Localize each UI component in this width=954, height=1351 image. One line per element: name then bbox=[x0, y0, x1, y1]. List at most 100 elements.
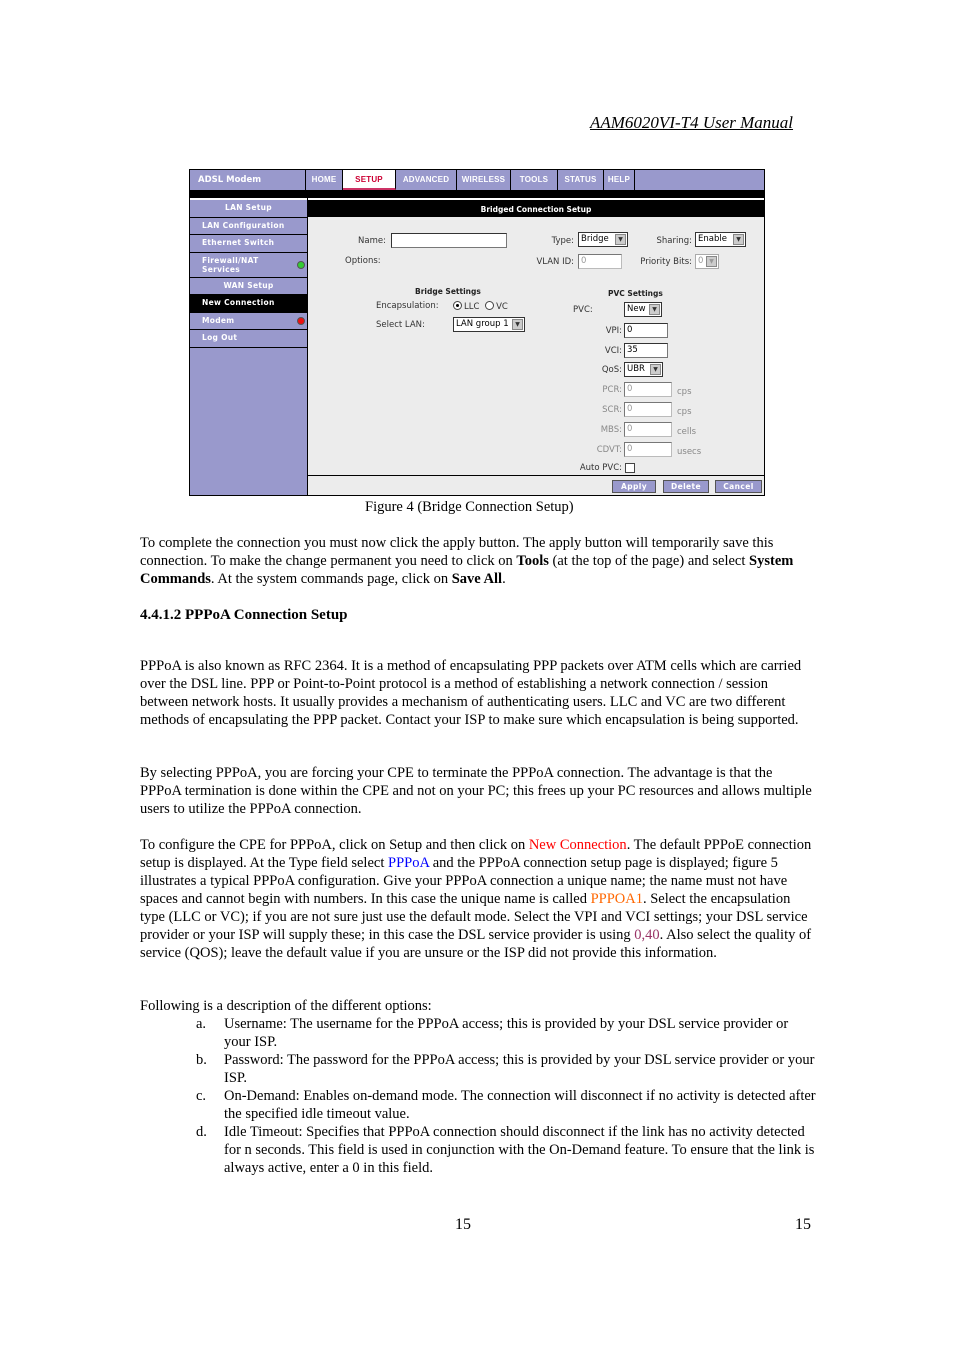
cancel-button[interactable]: Cancel bbox=[715, 480, 762, 493]
list-item: c. On-Demand: Enables on-demand mode. The… bbox=[196, 1087, 816, 1123]
select-lan-label: Select LAN: bbox=[376, 320, 425, 330]
pvc-value: New bbox=[627, 304, 646, 314]
bridge-settings-heading: Bridge Settings bbox=[415, 287, 481, 296]
vpi-vci-highlight: 0,40 bbox=[634, 927, 660, 943]
text: . bbox=[502, 571, 506, 587]
pppoa-highlight: PPPoA bbox=[388, 855, 430, 871]
chevron-down-icon: ▼ bbox=[733, 234, 744, 245]
select-lan-value: LAN group 1 bbox=[456, 319, 509, 329]
list-item: b. Password: The password for the PPPoA a… bbox=[196, 1051, 816, 1087]
type-select[interactable]: Bridge ▼ bbox=[578, 232, 628, 247]
figure-caption: Figure 4 (Bridge Connection Setup) bbox=[365, 499, 574, 515]
save-all-emphasis: Save All bbox=[451, 571, 503, 587]
sidebar-section-lan-setup: LAN Setup bbox=[190, 200, 307, 218]
chevron-down-icon: ▼ bbox=[649, 304, 660, 315]
pcr-input[interactable]: 0 bbox=[624, 382, 672, 397]
options-list: a. Username: The username for the PPPoA a… bbox=[196, 1015, 816, 1177]
qos-value: UBR bbox=[627, 364, 645, 374]
options-intro: Following is a description of the differ… bbox=[140, 998, 432, 1014]
type-label: Type: bbox=[551, 236, 574, 246]
priority-bits-select[interactable]: 0 ▼ bbox=[695, 254, 719, 269]
top-nav: ADSL Modem HOME SETUP ADVANCED WIRELESS … bbox=[190, 170, 764, 190]
tools-emphasis: Tools bbox=[516, 553, 549, 569]
radio-llc[interactable] bbox=[453, 301, 462, 310]
vci-label: VCI: bbox=[604, 346, 622, 356]
radio-llc-label: LLC bbox=[464, 302, 480, 312]
section-heading: 4.4.1.2 PPPoA Connection Setup bbox=[140, 607, 348, 623]
priority-bits-value: 0 bbox=[698, 256, 704, 266]
tab-home[interactable]: HOME bbox=[306, 170, 343, 190]
sharing-value: Enable bbox=[698, 234, 727, 244]
text: To configure the CPE for PPPoA, click on… bbox=[140, 837, 529, 853]
name-input[interactable] bbox=[391, 233, 507, 248]
sidebar: LAN Setup LAN Configuration Ethernet Swi… bbox=[190, 198, 307, 495]
tab-advanced[interactable]: ADVANCED bbox=[396, 170, 457, 190]
scr-label: SCR: bbox=[602, 405, 622, 415]
cdvt-label: CDVT: bbox=[596, 445, 622, 455]
sidebar-item-log-out[interactable]: Log Out bbox=[190, 330, 307, 348]
sidebar-item-label: Modem bbox=[202, 315, 235, 325]
delete-button[interactable]: Delete bbox=[663, 480, 709, 493]
chevron-down-icon: ▼ bbox=[512, 319, 523, 330]
qos-label: QoS: bbox=[601, 365, 622, 375]
list-item: d. Idle Timeout: Specifies that PPPoA con… bbox=[196, 1123, 816, 1177]
vpi-label: VPI: bbox=[605, 326, 622, 336]
vlan-id-label: VLAN ID: bbox=[536, 257, 574, 267]
vpi-input[interactable]: 0 bbox=[624, 323, 668, 338]
vci-input[interactable]: 35 bbox=[624, 343, 668, 358]
sidebar-item-new-connection[interactable]: New Connection bbox=[190, 295, 307, 313]
pppoa1-highlight: PPPOA1 bbox=[590, 891, 643, 907]
sidebar-item-ethernet-switch[interactable]: Ethernet Switch bbox=[190, 235, 307, 253]
apply-button[interactable]: Apply bbox=[612, 480, 656, 493]
vlan-id-input[interactable]: 0 bbox=[578, 254, 622, 269]
pppoa-intro-paragraph: PPPoA is also known as RFC 2364. It is a… bbox=[140, 658, 802, 728]
mbs-input[interactable]: 0 bbox=[624, 422, 672, 437]
tab-help[interactable]: HELP bbox=[604, 170, 635, 190]
pppoa-configure-paragraph: To configure the CPE for PPPoA, click on… bbox=[140, 836, 816, 962]
name-label: Name: bbox=[358, 236, 386, 246]
list-text: Password: The password for the PPPoA acc… bbox=[224, 1052, 815, 1086]
apply-instructions-paragraph: To complete the connection you must now … bbox=[140, 534, 816, 588]
chevron-down-icon: ▼ bbox=[650, 364, 661, 375]
list-item: a. Username: The username for the PPPoA a… bbox=[196, 1015, 816, 1051]
status-green-icon bbox=[297, 260, 305, 269]
list-marker: d. bbox=[196, 1124, 207, 1140]
type-value: Bridge bbox=[581, 234, 609, 244]
list-text: Idle Timeout: Specifies that PPPoA conne… bbox=[224, 1124, 815, 1176]
auto-pvc-checkbox[interactable] bbox=[625, 463, 635, 473]
options-label: Options: bbox=[345, 256, 381, 266]
chevron-down-icon: ▼ bbox=[615, 234, 626, 245]
content-panel: Bridged Connection Setup Name: Options: … bbox=[308, 198, 764, 495]
sidebar-item-firewall-nat[interactable]: Firewall/NAT Services bbox=[190, 253, 307, 278]
chevron-down-icon: ▼ bbox=[706, 256, 717, 267]
sidebar-item-modem[interactable]: Modem bbox=[190, 313, 307, 330]
encapsulation-label: Encapsulation: bbox=[376, 301, 439, 311]
tab-setup[interactable]: SETUP bbox=[343, 170, 396, 190]
tab-wireless[interactable]: WIRELESS bbox=[457, 170, 511, 190]
page-title: Bridged Connection Setup bbox=[308, 198, 764, 217]
bridge-setup-figure: ADSL Modem HOME SETUP ADVANCED WIRELESS … bbox=[189, 169, 765, 496]
new-connection-highlight: New Connection bbox=[528, 837, 627, 853]
sidebar-item-lan-configuration[interactable]: LAN Configuration bbox=[190, 218, 307, 235]
text: (at the top of the page) and select bbox=[548, 553, 750, 569]
cdvt-unit: usecs bbox=[677, 447, 702, 457]
status-red-icon bbox=[297, 316, 305, 325]
radio-vc[interactable] bbox=[485, 301, 495, 310]
manual-title: AAM6020VI-T4 User Manual bbox=[590, 113, 794, 132]
tab-tools[interactable]: TOOLS bbox=[511, 170, 558, 190]
pvc-label: PVC: bbox=[573, 305, 593, 315]
select-lan-dropdown[interactable]: LAN group 1 ▼ bbox=[453, 317, 525, 332]
pppoa-advantage-paragraph: By selecting PPPoA, you are forcing your… bbox=[140, 765, 812, 817]
qos-select[interactable]: UBR ▼ bbox=[624, 362, 663, 377]
pcr-label: PCR: bbox=[602, 385, 622, 395]
scr-input[interactable]: 0 bbox=[624, 402, 672, 417]
page-number-center: 15 bbox=[455, 1216, 471, 1233]
tab-status[interactable]: STATUS bbox=[558, 170, 604, 190]
cdvt-input[interactable]: 0 bbox=[624, 442, 672, 457]
pvc-select[interactable]: New ▼ bbox=[624, 302, 662, 317]
sharing-select[interactable]: Enable ▼ bbox=[695, 232, 746, 247]
page-number-right: 15 bbox=[795, 1216, 811, 1233]
text: . At the system commands page, click on bbox=[210, 571, 452, 587]
auto-pvc-label: Auto PVC: bbox=[579, 463, 622, 473]
list-marker: b. bbox=[196, 1052, 207, 1068]
